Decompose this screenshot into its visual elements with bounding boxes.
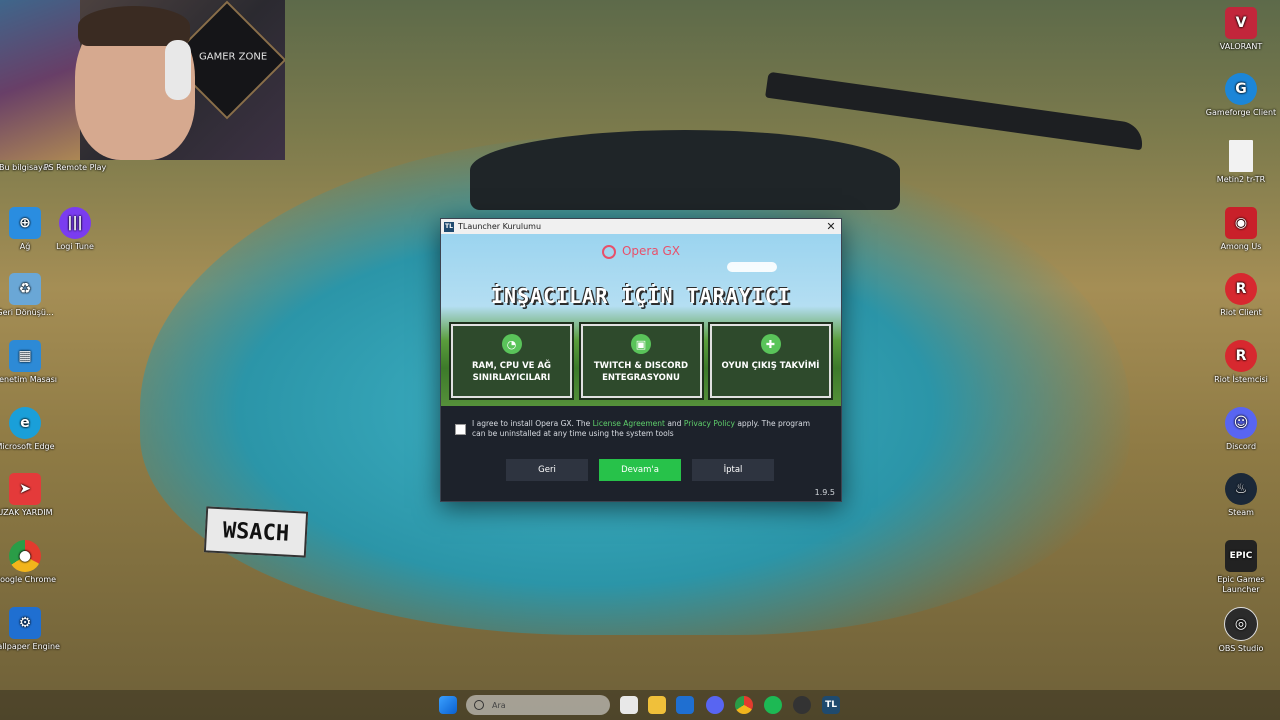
control-panel-icon: ▦	[9, 340, 41, 372]
recycle-bin-icon: ♻	[9, 273, 41, 305]
feature-list: ◔ RAM, CPU VE AĞ SINIRLAYICILARI ▣ TWITC…	[449, 322, 833, 400]
agree-checkbox[interactable]	[455, 424, 466, 435]
desktop-icon-chrome[interactable]: ● Google Chrome	[0, 540, 61, 585]
desktop-icon-discord[interactable]: ☺ Discord	[1205, 407, 1277, 452]
edge-icon: e	[9, 407, 41, 439]
gameforge-icon: G	[1225, 73, 1257, 105]
opera-icon	[601, 244, 616, 259]
license-agreement-link[interactable]: License Agreement	[593, 419, 665, 428]
search-icon	[474, 700, 484, 710]
desktop-icon-riot-istemcisi[interactable]: R Riot İstemcisi	[1205, 340, 1277, 385]
chrome-icon: ●	[9, 540, 41, 572]
desktop-icon-logi-tune[interactable]: ||| Logi Tune	[39, 207, 111, 252]
version-label: 1.9.5	[814, 488, 835, 497]
among-us-icon: ◉	[1225, 207, 1257, 239]
wallpaper-car-roof	[470, 130, 900, 210]
installer-dialog: TL TLauncher Kurulumu ✕ Opera GX İNŞACIL…	[440, 218, 842, 502]
desktop-icon-gameforge[interactable]: G Gameforge Client	[1205, 73, 1277, 118]
feature-card-calendar: ✚ OYUN ÇIKIŞ TAKVİMİ	[708, 322, 833, 400]
file-explorer-icon[interactable]	[648, 696, 666, 714]
banner-headline: İNŞACILAR İÇİN TARAYICI	[491, 284, 791, 308]
license-plate: WSACH	[203, 506, 309, 558]
riot-taskbar-icon[interactable]	[793, 696, 811, 714]
desktop-icon-edge[interactable]: e Microsoft Edge	[0, 407, 61, 452]
chrome-taskbar-icon[interactable]	[735, 696, 753, 714]
opera-gx-logo: Opera GX	[441, 244, 841, 259]
remote-assist-icon: ➤	[9, 473, 41, 505]
webcam-poster	[0, 0, 80, 160]
task-view-icon[interactable]	[620, 696, 638, 714]
tlauncher-taskbar-icon[interactable]: TL	[822, 696, 840, 714]
continue-button[interactable]: Devam'a	[599, 459, 681, 481]
wallpaper-engine-icon: ⚙	[9, 607, 41, 639]
twitch-icon: ▣	[631, 334, 651, 354]
discord-taskbar-icon[interactable]	[706, 696, 724, 714]
agreement-text: I agree to install Opera GX. The License…	[472, 419, 811, 438]
desktop-icon-control-panel[interactable]: ▦ Denetim Masası	[0, 340, 61, 385]
epic-games-icon: EPIC	[1225, 540, 1257, 572]
file-icon	[1229, 140, 1253, 172]
discord-icon: ☺	[1225, 407, 1257, 439]
valorant-icon: V	[1225, 7, 1257, 39]
desktop-icon-ps-remote-play[interactable]: PS Remote Play	[39, 163, 111, 173]
desktop-icon-recycle-bin[interactable]: ♻ Geri Dönüşü...	[0, 273, 61, 318]
gamepad-icon: ✚	[760, 334, 781, 354]
network-icon: ⊕	[9, 207, 41, 239]
webcam-overlay: GAMER ZONE	[0, 0, 285, 160]
desktop-icon-remote-assist[interactable]: ➤ UZAK YARDIM	[0, 473, 61, 518]
spotify-icon[interactable]	[764, 696, 782, 714]
dialog-title: TLauncher Kurulumu	[458, 222, 542, 231]
feature-card-integration: ▣ TWITCH & DISCORD ENTEGRASYONU	[578, 322, 704, 400]
desktop-icon-among-us[interactable]: ◉ Among Us	[1205, 207, 1277, 252]
feature-card-limiters: ◔ RAM, CPU VE AĞ SINIRLAYICILARI	[449, 322, 574, 400]
riot-icon: R	[1225, 273, 1257, 305]
riot-icon: R	[1225, 340, 1257, 372]
desktop-icon-metin2[interactable]: Metin2 tr-TR	[1205, 140, 1277, 185]
headset	[165, 40, 191, 100]
taskbar: Ara TL	[0, 690, 1280, 720]
privacy-policy-link[interactable]: Privacy Policy	[684, 419, 735, 428]
back-button[interactable]: Geri	[506, 459, 588, 481]
taskbar-search[interactable]: Ara	[466, 695, 610, 715]
desktop-icon-epic-games[interactable]: EPIC Epic Games Launcher	[1205, 540, 1277, 595]
desktop-icon-riot-client[interactable]: R Riot Client	[1205, 273, 1277, 318]
obs-icon: ◎	[1224, 607, 1258, 641]
cancel-button[interactable]: İptal	[692, 459, 774, 481]
cloud-decoration	[727, 262, 777, 272]
close-button[interactable]: ✕	[821, 220, 841, 233]
opera-gx-banner: Opera GX İNŞACILAR İÇİN TARAYICI ◔ RAM, …	[441, 234, 841, 406]
steam-icon: ♨	[1225, 473, 1257, 505]
desktop-icon-steam[interactable]: ♨ Steam	[1205, 473, 1277, 518]
desktop-icon-obs[interactable]: ◎ OBS Studio	[1205, 607, 1277, 654]
start-icon[interactable]	[439, 696, 457, 714]
store-icon[interactable]	[676, 696, 694, 714]
agreement: I agree to install Opera GX. The License…	[455, 419, 825, 439]
desktop-icon-wallpaper-engine[interactable]: ⚙ Wallpaper Engine	[0, 607, 61, 652]
logi-tune-icon: |||	[59, 207, 91, 239]
dialog-titlebar: TL TLauncher Kurulumu ✕	[441, 219, 841, 234]
tlauncher-icon: TL	[444, 221, 454, 232]
gauge-icon: ◔	[501, 334, 522, 354]
desktop-icon-valorant[interactable]: V VALORANT	[1205, 7, 1277, 52]
